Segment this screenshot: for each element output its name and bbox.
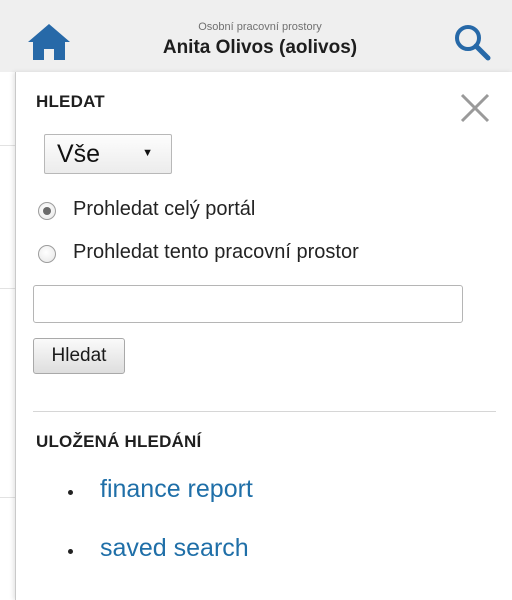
- background-divider: [0, 288, 15, 289]
- page: Osobní pracovní prostory Anita Olivos (a…: [0, 0, 512, 600]
- radio-label: Prohledat tento pracovní prostor: [73, 241, 359, 263]
- home-icon: [28, 24, 70, 60]
- radio-label: Prohledat celý portál: [73, 198, 256, 220]
- background-divider: [0, 145, 15, 146]
- search-toggle-button[interactable]: [452, 22, 492, 62]
- close-button[interactable]: [457, 90, 493, 126]
- section-divider: [33, 411, 496, 412]
- scope-select-value: Vše: [57, 140, 101, 168]
- workspace-label: Osobní pracovní prostory: [198, 21, 322, 33]
- header-titles: Osobní pracovní prostory Anita Olivos (a…: [110, 20, 410, 60]
- search-panel-title: HLEDAT: [36, 92, 105, 111]
- background-divider: [0, 497, 15, 498]
- user-name: Anita Olivos (aolivos): [162, 37, 358, 58]
- search-icon: [455, 25, 491, 61]
- bullet-icon: [68, 549, 73, 554]
- search-button[interactable]: Hledat: [33, 338, 125, 374]
- search-panel: HLEDAT Vše ▼ Prohledat celý portál Prohl…: [15, 72, 512, 600]
- scope-select[interactable]: Vše ▼: [44, 134, 172, 174]
- home-button[interactable]: [26, 22, 72, 62]
- saved-search-link[interactable]: finance report: [100, 475, 253, 504]
- saved-search-link[interactable]: saved search: [100, 534, 249, 563]
- header-bar: Osobní pracovní prostory Anita Olivos (a…: [0, 0, 512, 72]
- search-input[interactable]: [33, 285, 463, 323]
- radio-button[interactable]: [38, 245, 56, 263]
- radio-button-checked[interactable]: [38, 202, 56, 220]
- close-icon: [460, 93, 490, 123]
- dropdown-arrow-icon: ▼: [142, 147, 153, 159]
- bullet-icon: [68, 490, 73, 495]
- saved-searches-title: ULOŽENÁ HLEDÁNÍ: [36, 432, 202, 451]
